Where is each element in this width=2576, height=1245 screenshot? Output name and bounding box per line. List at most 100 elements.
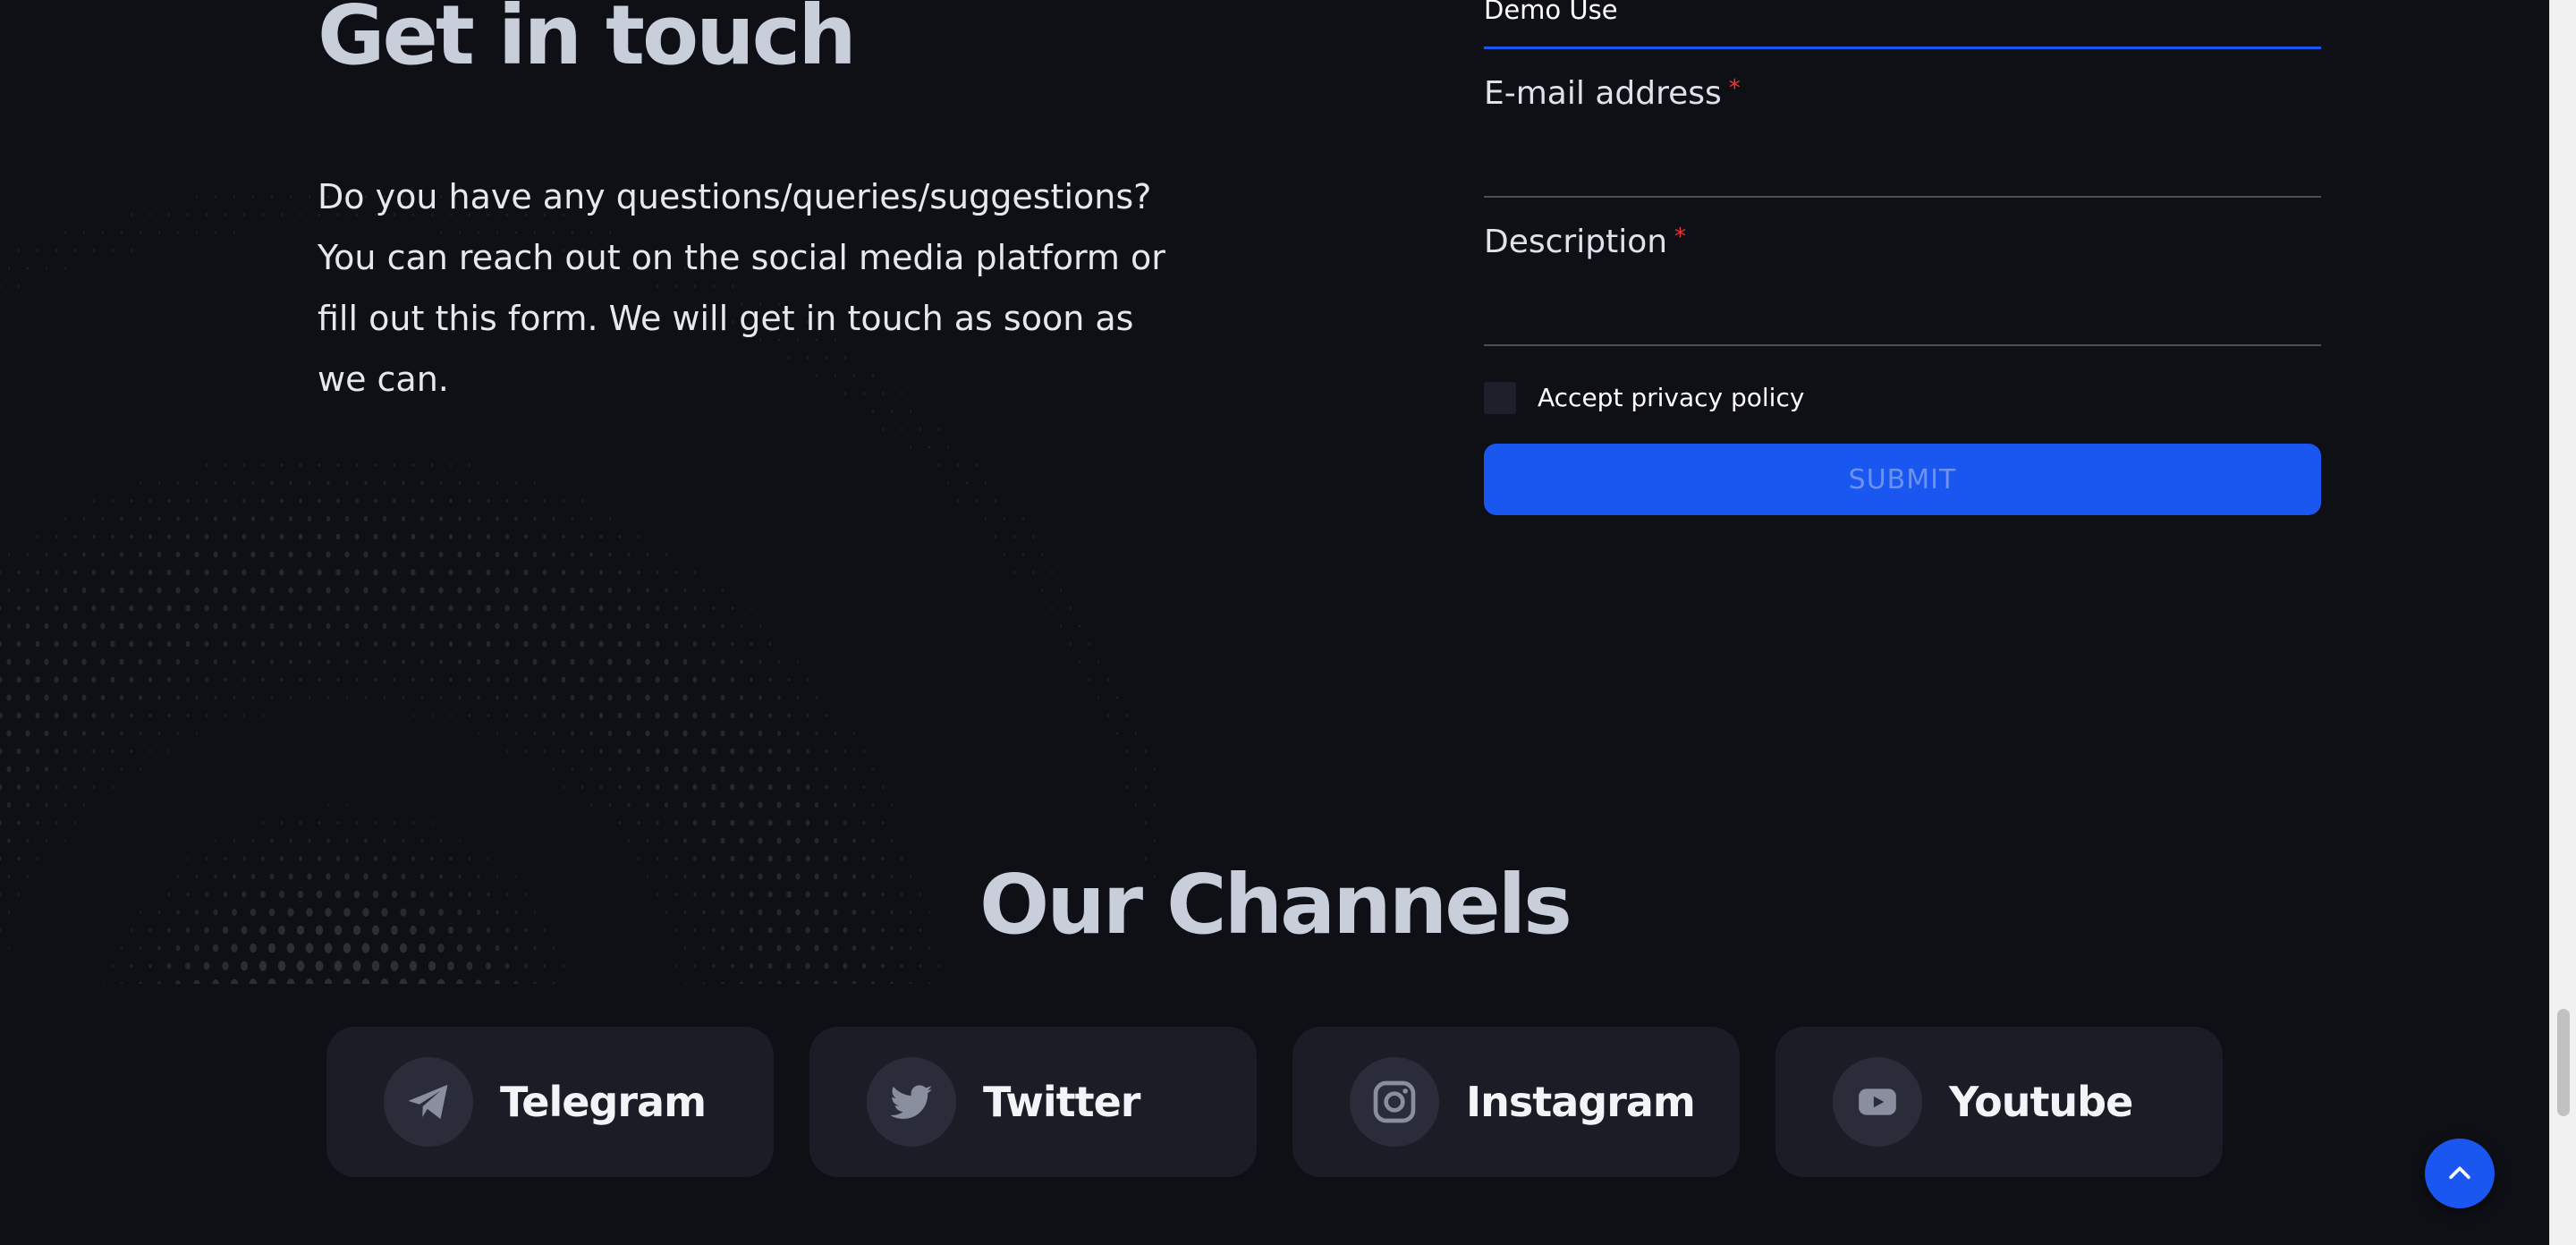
background-dot xyxy=(1115,732,1119,735)
background-dot xyxy=(1050,606,1054,610)
background-dot xyxy=(580,713,585,718)
background-dot xyxy=(269,587,275,594)
background-dot xyxy=(749,712,754,719)
background-dot xyxy=(185,534,191,539)
privacy-label[interactable]: Accept privacy policy xyxy=(1538,382,1804,414)
background-dot xyxy=(279,533,284,540)
background-dot xyxy=(937,964,941,968)
background-dot xyxy=(1097,696,1100,699)
submit-button[interactable]: SUBMIT xyxy=(1484,444,2321,515)
background-dot xyxy=(1021,553,1025,556)
background-dot xyxy=(467,640,472,648)
background-dot xyxy=(449,463,453,467)
background-dot xyxy=(242,714,246,717)
background-dot xyxy=(561,605,566,612)
background-dot xyxy=(307,516,312,521)
description-field[interactable] xyxy=(1484,265,2321,343)
background-dot xyxy=(344,516,350,521)
background-dot xyxy=(1069,606,1072,610)
background-dot xyxy=(382,587,387,594)
background-dot xyxy=(477,516,480,521)
description-label-text: Description xyxy=(1484,224,1668,260)
background-dot xyxy=(36,570,39,575)
background-dot xyxy=(890,803,894,807)
background-dot xyxy=(167,750,171,753)
background-dot xyxy=(213,659,218,665)
background-dot xyxy=(495,658,500,665)
background-dot xyxy=(242,498,246,504)
background-dot xyxy=(637,535,640,538)
background-dot xyxy=(392,641,397,647)
background-dot xyxy=(1088,642,1091,646)
channel-card-twitter[interactable]: Twitter xyxy=(809,1027,1257,1177)
background-dot xyxy=(185,640,191,648)
background-dot xyxy=(119,694,124,701)
background-dot xyxy=(430,498,434,504)
background-dot xyxy=(833,838,838,843)
background-dot xyxy=(607,588,613,593)
background-dot xyxy=(824,820,829,826)
background-dot xyxy=(373,605,378,612)
background-dot xyxy=(571,517,574,521)
channel-card-youtube[interactable]: Youtube xyxy=(1775,1027,2223,1177)
background-dot xyxy=(308,480,311,486)
background-dot xyxy=(420,696,424,699)
background-dot xyxy=(195,481,199,485)
background-dot xyxy=(286,978,295,984)
background-dot xyxy=(223,569,228,576)
background-dot xyxy=(230,978,239,984)
background-dot xyxy=(552,731,555,736)
background-dot xyxy=(975,499,979,503)
back-to-top-button[interactable] xyxy=(2425,1139,2495,1208)
privacy-checkbox[interactable] xyxy=(1484,382,1516,414)
background-dot xyxy=(55,249,58,252)
background-dot xyxy=(288,516,293,521)
background-dot xyxy=(805,962,810,970)
background-dot xyxy=(345,659,349,665)
background-dot xyxy=(636,676,641,683)
background-dot xyxy=(401,516,406,521)
background-dot xyxy=(364,659,368,665)
background-dot xyxy=(457,551,462,558)
background-dot xyxy=(251,839,255,843)
background-dot xyxy=(928,982,931,984)
background-dot xyxy=(326,659,330,665)
background-dot xyxy=(64,267,67,270)
background-dot xyxy=(1021,517,1025,521)
channel-card-instagram[interactable]: Instagram xyxy=(1292,1027,1740,1177)
background-dot xyxy=(7,267,11,270)
background-dot xyxy=(6,802,12,808)
background-dot xyxy=(486,569,491,576)
name-field[interactable]: Demo Use xyxy=(1484,0,1618,25)
background-dot xyxy=(364,696,368,699)
background-dot xyxy=(119,622,124,630)
email-field[interactable] xyxy=(1484,116,2321,195)
background-dot xyxy=(598,605,604,612)
background-dot xyxy=(438,659,444,665)
channel-card-telegram[interactable]: Telegram xyxy=(326,1027,774,1177)
background-dot xyxy=(129,676,134,683)
background-dot xyxy=(702,589,706,592)
background-dot xyxy=(806,713,809,718)
background-dot xyxy=(711,712,716,719)
background-dot xyxy=(645,730,650,737)
background-dot xyxy=(336,821,340,825)
background-dot xyxy=(45,267,48,270)
background-dot xyxy=(261,498,265,504)
background-dot xyxy=(570,694,575,701)
background-dot xyxy=(646,553,649,556)
background-dot xyxy=(682,694,688,701)
background-dot xyxy=(430,821,434,825)
background-dot xyxy=(129,605,134,612)
background-dot xyxy=(543,534,547,539)
background-dot xyxy=(420,839,424,843)
background-dot xyxy=(364,838,368,843)
scrollbar[interactable] xyxy=(2549,0,2576,1245)
background-dot xyxy=(776,731,782,736)
background-dot xyxy=(318,821,321,825)
description-field-underline xyxy=(1484,344,2321,346)
background-dot xyxy=(17,820,21,826)
background-dot xyxy=(64,766,67,772)
scrollbar-thumb[interactable] xyxy=(2557,1009,2570,1116)
background-dot xyxy=(598,570,604,575)
